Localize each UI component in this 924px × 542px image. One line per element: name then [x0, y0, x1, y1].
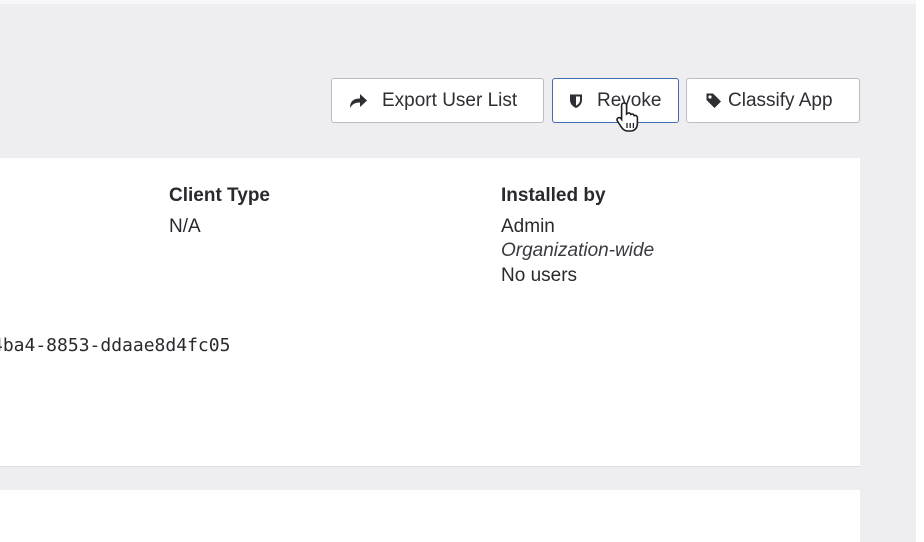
app-details-card: Client Type N/A Installed by Admin Organ…	[0, 158, 860, 467]
secondary-card	[0, 490, 860, 542]
installed-by-users: No users	[501, 265, 578, 286]
installed-by-scope: Organization-wide	[501, 240, 655, 261]
action-toolbar: Export User List Revoke Classify App	[0, 0, 924, 140]
app-id-value: 4ba4-8853-ddaae8d4fc05	[0, 335, 231, 356]
revoke-label: Revoke	[597, 89, 662, 111]
installed-by-value: Admin	[501, 216, 555, 237]
share-arrow-icon	[348, 92, 368, 110]
export-user-list-label: Export User List	[382, 89, 518, 111]
right-edge	[916, 0, 924, 542]
classify-app-button[interactable]: Classify App	[686, 78, 860, 123]
installed-by-label: Installed by	[501, 185, 606, 206]
client-type-label: Client Type	[169, 185, 270, 206]
tag-icon	[704, 92, 722, 109]
client-type-value: N/A	[169, 216, 201, 237]
app-root: Export User List Revoke Classify App Cli…	[0, 0, 924, 542]
classify-app-label: Classify App	[728, 89, 833, 111]
shield-icon	[568, 93, 584, 109]
export-user-list-button[interactable]: Export User List	[331, 78, 544, 123]
revoke-button[interactable]: Revoke	[552, 78, 679, 123]
